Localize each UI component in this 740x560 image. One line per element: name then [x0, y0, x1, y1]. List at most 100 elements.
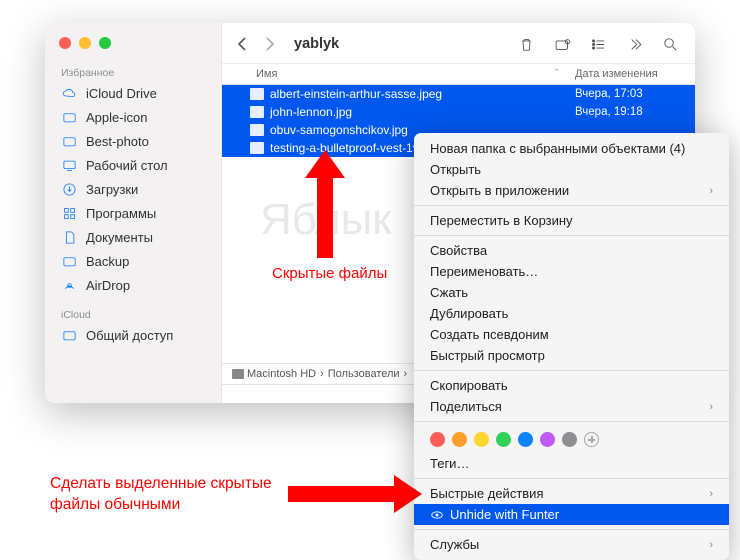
apps-icon	[61, 205, 77, 221]
ctx-alias[interactable]: Создать псевдоним	[414, 324, 729, 345]
file-date: Вчера, 17:03	[575, 88, 695, 100]
tag-orange[interactable]	[452, 432, 467, 447]
ctx-copy[interactable]: Скопировать	[414, 375, 729, 396]
sidebar-item-downloads[interactable]: Загрузки	[45, 177, 221, 201]
annotation-hidden-files: Скрытые файлы	[272, 265, 387, 282]
cloud-icon	[61, 85, 77, 101]
chevron-right-icon: ›	[709, 185, 713, 197]
ctx-unhide-funter[interactable]: Unhide with Funter	[414, 504, 729, 525]
window-title: yablyk	[288, 36, 501, 52]
file-name: john-lennon.jpg	[270, 105, 575, 119]
sidebar-section-icloud: iCloud	[45, 305, 221, 323]
tag-purple[interactable]	[540, 432, 555, 447]
ctx-tags[interactable]: Теги…	[414, 453, 729, 474]
context-menu: Новая папка с выбранными объектами (4) О…	[414, 133, 729, 560]
toolbar: yablyk	[222, 23, 695, 64]
eye-icon	[430, 508, 444, 522]
chevron-right-icon: ›	[709, 488, 713, 500]
ctx-quicklook[interactable]: Быстрый просмотр	[414, 345, 729, 366]
sidebar-item-label: Программы	[86, 206, 156, 221]
chevron-right-icon: ›	[709, 539, 713, 551]
image-file-icon	[250, 88, 264, 100]
ctx-new-folder[interactable]: Новая папка с выбранными объектами (4)	[414, 138, 729, 159]
file-row[interactable]: john-lennon.jpg Вчера, 19:18	[222, 103, 695, 121]
document-icon	[61, 229, 77, 245]
tag-green[interactable]	[496, 432, 511, 447]
sidebar-item-label: AirDrop	[86, 278, 130, 293]
image-file-icon	[250, 142, 264, 154]
file-name: albert-einstein-arthur-sasse.jpeg	[270, 87, 575, 101]
download-icon	[61, 181, 77, 197]
separator	[414, 205, 729, 206]
back-button[interactable]	[232, 34, 252, 54]
chevron-right-icon: ›	[709, 401, 713, 413]
sort-indicator: ˆ	[555, 68, 575, 80]
sidebar-item-shared[interactable]: Общий доступ	[45, 323, 221, 347]
sidebar-item-label: Загрузки	[86, 182, 138, 197]
folder-icon	[61, 133, 77, 149]
minimize-window[interactable]	[79, 37, 91, 49]
sidebar-item-airdrop[interactable]: AirDrop	[45, 273, 221, 297]
separator	[414, 478, 729, 479]
tag-gray[interactable]	[562, 432, 577, 447]
window-controls	[45, 33, 221, 63]
ctx-open-in-app[interactable]: Открыть в приложении›	[414, 180, 729, 201]
ctx-services[interactable]: Службы›	[414, 534, 729, 555]
search-icon[interactable]	[659, 33, 681, 55]
sidebar-item-applications[interactable]: Программы	[45, 201, 221, 225]
sidebar-item-documents[interactable]: Документы	[45, 225, 221, 249]
separator	[414, 421, 729, 422]
sidebar-item-desktop[interactable]: Рабочий стол	[45, 153, 221, 177]
file-row[interactable]: albert-einstein-arthur-sasse.jpeg Вчера,…	[222, 85, 695, 103]
sidebar-item-label: Общий доступ	[86, 328, 173, 343]
sidebar-item-best-photo[interactable]: Best-photo	[45, 129, 221, 153]
ctx-open[interactable]: Открыть	[414, 159, 729, 180]
sidebar-item-label: Рабочий стол	[86, 158, 168, 173]
sidebar-item-label: iCloud Drive	[86, 86, 157, 101]
sidebar-item-apple-icon[interactable]: Apple-icon	[45, 105, 221, 129]
column-name[interactable]: Имя	[222, 68, 555, 80]
tag-add[interactable]	[584, 432, 599, 447]
folder-icon	[61, 327, 77, 343]
disk-icon	[232, 369, 244, 379]
new-folder-icon[interactable]	[551, 33, 573, 55]
sidebar-item-backup[interactable]: Backup	[45, 249, 221, 273]
separator	[414, 529, 729, 530]
tag-yellow[interactable]	[474, 432, 489, 447]
column-date[interactable]: Дата изменения	[575, 68, 695, 80]
ctx-share[interactable]: Поделиться›	[414, 396, 729, 417]
sidebar-item-label: Backup	[86, 254, 129, 269]
ctx-compress[interactable]: Сжать	[414, 282, 729, 303]
path-segment[interactable]: Пользователи	[328, 368, 400, 380]
view-options-icon[interactable]	[587, 33, 609, 55]
ctx-info[interactable]: Свойства	[414, 240, 729, 261]
zoom-window[interactable]	[99, 37, 111, 49]
close-window[interactable]	[59, 37, 71, 49]
airdrop-icon	[61, 277, 77, 293]
sidebar-section-favorites: Избранное	[45, 63, 221, 81]
tag-blue[interactable]	[518, 432, 533, 447]
tag-red[interactable]	[430, 432, 445, 447]
path-segment[interactable]: Macintosh HD	[232, 368, 316, 380]
folder-icon	[61, 253, 77, 269]
ctx-quick-actions[interactable]: Быстрые действия›	[414, 483, 729, 504]
sidebar-item-icloud-drive[interactable]: iCloud Drive	[45, 81, 221, 105]
ctx-trash[interactable]: Переместить в Корзину	[414, 210, 729, 231]
image-file-icon	[250, 106, 264, 118]
trash-icon[interactable]	[515, 33, 537, 55]
image-file-icon	[250, 124, 264, 136]
separator	[414, 235, 729, 236]
tag-row	[414, 426, 729, 453]
columns-header[interactable]: Имя ˆ Дата изменения	[222, 64, 695, 85]
ctx-rename[interactable]: Переименовать…	[414, 261, 729, 282]
sidebar-item-label: Apple-icon	[86, 110, 147, 125]
sidebar-item-label: Документы	[86, 230, 153, 245]
annotation-make-visible: Сделать выделенные скрытые файлы обычным…	[50, 474, 272, 516]
folder-icon	[61, 109, 77, 125]
forward-button[interactable]	[260, 34, 280, 54]
file-date: Вчера, 19:18	[575, 106, 695, 118]
desktop-icon	[61, 157, 77, 173]
ctx-duplicate[interactable]: Дублировать	[414, 303, 729, 324]
sidebar: Избранное iCloud Drive Apple-icon Best-p…	[45, 23, 222, 403]
more-icon[interactable]	[623, 33, 645, 55]
